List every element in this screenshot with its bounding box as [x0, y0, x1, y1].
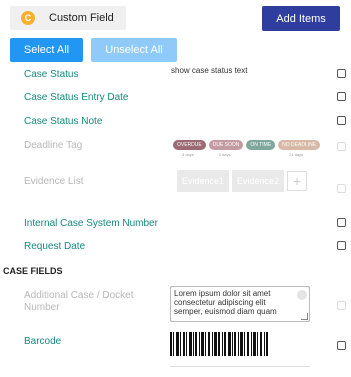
toolbar: C Custom Field Add Items Select All Unse… — [0, 0, 351, 70]
deadline-tag-preview: OVERDUE 3 days DUE SOON 2 days ON TIME N… — [173, 140, 321, 157]
field-checkbox[interactable] — [337, 184, 346, 193]
field-checkbox[interactable] — [337, 142, 346, 151]
field-label: Evidence List — [24, 176, 84, 187]
field-checkbox[interactable] — [337, 218, 346, 227]
field-label: Case Status — [24, 69, 79, 80]
select-all-button[interactable]: Select All — [10, 38, 83, 62]
field-label: Internal Case System Number — [24, 218, 158, 229]
evidence-preview: Evidence1 Evidence2 + — [177, 170, 308, 192]
add-items-button[interactable]: Add Items — [262, 6, 340, 31]
deadline-tag-due-soon: DUE SOON — [208, 140, 244, 150]
field-label: Barcode — [24, 336, 62, 347]
lorem-textarea[interactable]: Lorem ipsum dolor sit amet consectetur a… — [170, 286, 310, 322]
field-checkbox[interactable] — [337, 341, 346, 350]
deadline-tag-sub: 3 days — [182, 152, 194, 157]
field-checkbox[interactable] — [337, 241, 346, 250]
case-status-preview: show case status text — [171, 66, 248, 75]
resize-handle-icon[interactable] — [301, 313, 308, 320]
deadline-tag-on-time: ON TIME — [246, 140, 276, 150]
deadline-tag-no-deadline: NO DEADLINE — [278, 140, 321, 150]
deadline-tag-sub: 2 days — [218, 152, 231, 157]
unselect-all-button[interactable]: Unselect All — [91, 38, 177, 62]
textarea-text: Lorem ipsum dolor sit amet consectetur a… — [174, 289, 277, 316]
deadline-tag-sub: 21 days — [289, 152, 304, 157]
textarea-scroll-thumb[interactable] — [297, 290, 307, 300]
field-label: Case Status Entry Date — [24, 92, 129, 103]
field-label: Request Date — [24, 241, 86, 252]
field-checkbox[interactable] — [337, 69, 346, 78]
field-label: Case Status Note — [24, 116, 103, 127]
field-checkbox[interactable] — [337, 92, 346, 101]
barcode-image — [170, 332, 268, 356]
custom-field-chip[interactable]: C Custom Field — [10, 6, 126, 30]
custom-field-label: Custom Field — [49, 12, 114, 24]
divider — [170, 366, 310, 367]
field-label: Additional Case / Docket Number — [24, 290, 134, 313]
field-checkbox[interactable] — [337, 301, 346, 310]
evidence-chip: Evidence1 — [177, 170, 230, 192]
evidence-chip: Evidence2 — [232, 170, 285, 192]
deadline-tag-overdue: OVERDUE — [173, 140, 206, 150]
section-title-case-fields: CASE FIELDS — [3, 266, 63, 276]
custom-field-icon: C — [21, 11, 35, 25]
field-label: Deadline Tag — [24, 140, 83, 151]
field-checkbox[interactable] — [337, 116, 346, 125]
add-evidence-icon: + — [287, 171, 308, 191]
